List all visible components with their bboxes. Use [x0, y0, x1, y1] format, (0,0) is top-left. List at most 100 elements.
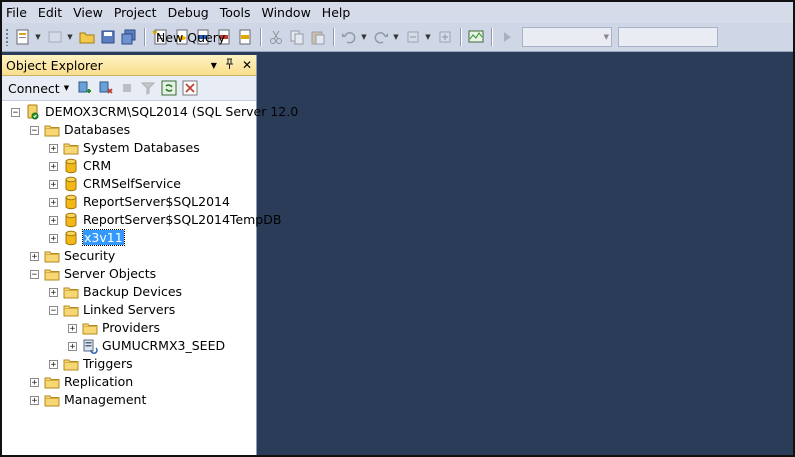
menu-debug[interactable]: Debug: [164, 2, 216, 23]
find-combo[interactable]: [618, 27, 718, 47]
redo-button[interactable]: [371, 27, 391, 47]
tree-node-label: Linked Servers: [83, 302, 176, 317]
close-icon[interactable]: ✕: [242, 58, 252, 72]
connect-server-button[interactable]: [76, 79, 94, 97]
folder-icon: [63, 356, 79, 372]
tree-node-label: GUMUCRMX3_SEED: [102, 338, 226, 353]
tree-node[interactable]: − Server Objects: [2, 265, 256, 283]
folder-icon: [44, 248, 60, 264]
expand-icon[interactable]: +: [68, 324, 77, 334]
database-icon: [63, 158, 79, 174]
menu-file[interactable]: File: [2, 2, 34, 23]
toolbar-grip[interactable]: [5, 28, 9, 46]
database-icon: [63, 176, 79, 192]
filter-icon: [140, 82, 156, 95]
tree-node[interactable]: + ReportServer$SQL2014: [2, 193, 256, 211]
tree-node-label: ReportServer$SQL2014: [83, 194, 230, 209]
expand-icon[interactable]: +: [30, 396, 39, 406]
new-project-dropdown[interactable]: ▼: [34, 27, 42, 47]
chevron-down-icon: ▼: [603, 33, 609, 41]
expand-icon[interactable]: +: [30, 252, 39, 262]
pin-icon[interactable]: [225, 58, 234, 72]
window-position-dropdown-icon[interactable]: ▼: [211, 61, 217, 70]
menu-window[interactable]: Window: [258, 2, 318, 23]
tree-node[interactable]: + Security: [2, 247, 256, 265]
new-query-button[interactable]: New Query: [150, 26, 225, 48]
tree-node-label: Server Objects: [64, 266, 157, 281]
tree-node[interactable]: + System Databases: [2, 139, 256, 157]
collapse-icon[interactable]: −: [11, 108, 20, 118]
tree-node[interactable]: − Databases: [2, 121, 256, 139]
tree-node[interactable]: + Backup Devices: [2, 283, 256, 301]
expand-icon[interactable]: +: [49, 144, 58, 154]
new-project-button[interactable]: [13, 27, 33, 47]
standard-toolbar: ▼ ▼ New Query ▼ ▼ ▼ ▼: [2, 23, 793, 52]
tree-node[interactable]: − DEMOX3CRM\SQL2014 (SQL Server 12.0: [2, 103, 298, 121]
expand-icon[interactable]: +: [49, 288, 58, 298]
expand-icon[interactable]: +: [49, 180, 58, 190]
redo-dropdown[interactable]: ▼: [392, 27, 400, 47]
menu-edit[interactable]: Edit: [34, 2, 69, 23]
new-query-label: New Query: [156, 29, 226, 45]
tree-node-label: System Databases: [83, 140, 200, 155]
tree-node[interactable]: + CRM: [2, 157, 256, 175]
expander-glyph: +: [50, 234, 57, 244]
expander-glyph: +: [50, 360, 57, 370]
menu-tools[interactable]: Tools: [216, 2, 258, 23]
panel-title: Object Explorer: [6, 57, 103, 73]
filter-button[interactable]: [139, 79, 157, 97]
toolbar-separator: [260, 28, 262, 46]
start-debugging-button[interactable]: [497, 27, 517, 47]
tree-node[interactable]: − Linked Servers: [2, 301, 256, 319]
cut-button[interactable]: [266, 27, 286, 47]
navigate-forward-button[interactable]: [435, 27, 455, 47]
expand-icon[interactable]: +: [30, 378, 39, 388]
add-item-button[interactable]: [45, 27, 65, 47]
copy-button[interactable]: [287, 27, 307, 47]
expand-icon[interactable]: +: [49, 234, 58, 244]
stop-button[interactable]: [118, 79, 136, 97]
tree-node[interactable]: + x3v11: [2, 229, 256, 247]
save-button[interactable]: [98, 27, 118, 47]
solution-configurations-dropdown[interactable]: ▼: [522, 27, 612, 47]
tree-node[interactable]: + GUMUCRMX3_SEED: [2, 337, 256, 355]
object-explorer-details-button[interactable]: [181, 79, 199, 97]
disconnect-button[interactable]: [97, 79, 115, 97]
save-all-button[interactable]: [119, 27, 139, 47]
expand-icon[interactable]: +: [49, 198, 58, 208]
navigate-backward-dropdown[interactable]: ▼: [424, 27, 432, 47]
tree-node[interactable]: + CRMSelfService: [2, 175, 256, 193]
collapse-icon[interactable]: −: [30, 126, 39, 136]
expander-glyph: +: [50, 198, 57, 208]
menu-help[interactable]: Help: [318, 2, 358, 23]
tree-node[interactable]: + Providers: [2, 319, 256, 337]
paste-button[interactable]: [308, 27, 328, 47]
activity-monitor-button[interactable]: [466, 27, 486, 47]
undo-dropdown[interactable]: ▼: [360, 27, 368, 47]
tree-node[interactable]: + Replication: [2, 373, 256, 391]
expand-icon[interactable]: +: [68, 342, 77, 352]
navigate-backward-button[interactable]: [403, 27, 423, 47]
tree-node[interactable]: + Management: [2, 391, 256, 409]
menu-view[interactable]: View: [69, 2, 110, 23]
undo-button[interactable]: [339, 27, 359, 47]
menu-project[interactable]: Project: [110, 2, 164, 23]
folder-icon: [44, 392, 60, 408]
tree-node[interactable]: + Triggers: [2, 355, 256, 373]
open-file-button[interactable]: [77, 27, 97, 47]
expander-glyph: +: [50, 144, 57, 154]
expander-glyph: +: [50, 288, 57, 298]
toolbar-separator: [460, 28, 462, 46]
object-explorer-titlebar: Object Explorer ▼ ✕: [2, 55, 256, 76]
collapse-icon[interactable]: −: [30, 270, 39, 280]
expand-icon[interactable]: +: [49, 162, 58, 172]
refresh-button[interactable]: [160, 79, 178, 97]
collapse-icon[interactable]: −: [49, 306, 58, 316]
menu-bar: File Edit View Project Debug Tools Windo…: [2, 2, 793, 23]
tree-node[interactable]: + ReportServer$SQL2014TempDB: [2, 211, 281, 229]
xmla-query-button[interactable]: [235, 27, 255, 47]
add-item-dropdown[interactable]: ▼: [66, 27, 74, 47]
expand-icon[interactable]: +: [49, 360, 58, 370]
connect-button[interactable]: Connect ▼: [2, 81, 73, 96]
expand-icon[interactable]: +: [49, 216, 58, 226]
